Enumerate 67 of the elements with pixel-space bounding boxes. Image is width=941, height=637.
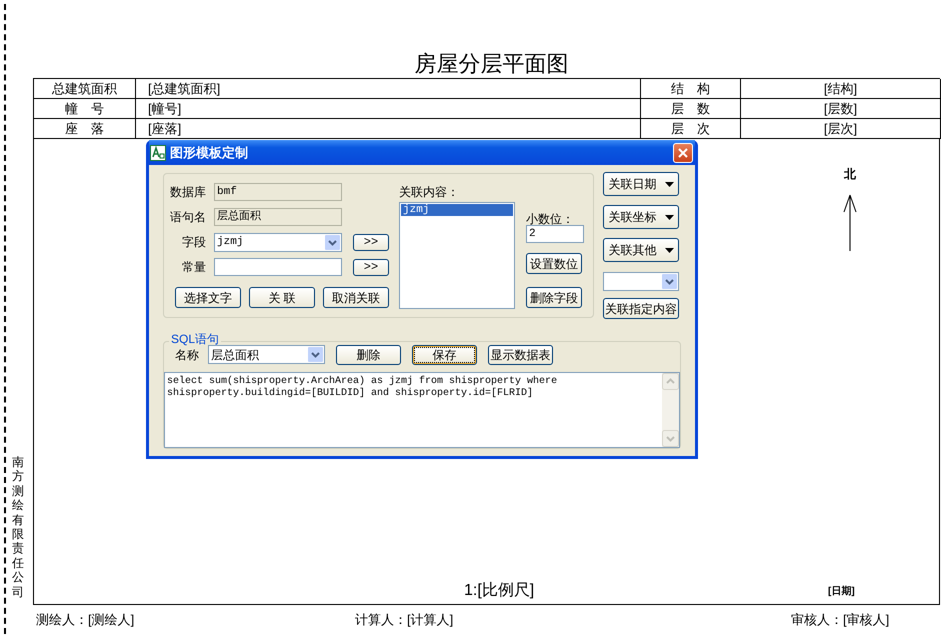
table-cell: 总建筑面积 bbox=[34, 79, 136, 99]
action-button[interactable]: 关 联 bbox=[249, 287, 315, 308]
close-icon bbox=[678, 148, 688, 158]
combo-value: jzmj bbox=[217, 234, 244, 250]
scrollbar[interactable] bbox=[662, 373, 679, 447]
field-label: 常量 bbox=[181, 259, 206, 276]
field-label: 名称 bbox=[175, 346, 200, 364]
menu-button[interactable]: 关联坐标 bbox=[603, 205, 679, 229]
caret-icon bbox=[664, 248, 674, 252]
field-combo[interactable]: jzmj bbox=[214, 232, 342, 252]
page-title: 房屋分层平面图 bbox=[414, 53, 568, 75]
chevron-up-icon bbox=[662, 373, 679, 390]
table-cell: [总建筑面积] bbox=[136, 79, 641, 99]
field-label: 语句名 bbox=[169, 209, 206, 226]
close-button[interactable] bbox=[673, 142, 693, 162]
linked-list[interactable]: jzmj bbox=[399, 202, 515, 309]
table-cell: [层数] bbox=[741, 99, 941, 119]
list-item[interactable]: jzmj bbox=[401, 204, 513, 216]
menu-button[interactable]: 关联日期 bbox=[603, 172, 679, 196]
sql-button[interactable]: 保存 bbox=[412, 344, 477, 364]
add-button[interactable]: >> bbox=[353, 234, 389, 250]
decimals-button[interactable]: 删除字段 bbox=[526, 287, 582, 308]
menu-button[interactable]: 关联其他 bbox=[603, 238, 679, 262]
table-cell: [层次] bbox=[741, 119, 941, 139]
field-label: 数据库 bbox=[169, 184, 206, 201]
table-cell: 幢 号 bbox=[34, 99, 136, 119]
chevron-down-icon bbox=[325, 234, 340, 250]
chevron-down-icon bbox=[662, 430, 679, 447]
sql-text: select sum(shisproperty.ArchArea) as jzmj from shisproperty where shisproperty.buildingid=[BUILDID] and shisproperty.id=[FLRID] bbox=[167, 376, 558, 400]
table-cell: [幢号] bbox=[136, 99, 641, 119]
text-field[interactable] bbox=[214, 258, 342, 276]
name-combo[interactable]: 层总面积 bbox=[208, 345, 325, 364]
dropdown-field[interactable] bbox=[603, 272, 679, 291]
north-label: 北 bbox=[844, 166, 856, 183]
decimals-label: 小数位： bbox=[526, 211, 575, 225]
window-title: 图形模板定制 bbox=[170, 144, 248, 162]
signature-label: 测绘人：[测绘人] bbox=[36, 612, 134, 627]
chevron-down-icon bbox=[662, 274, 677, 289]
action-button[interactable]: 选择文字 bbox=[175, 287, 241, 308]
add-button[interactable]: >> bbox=[353, 258, 389, 276]
north-arrow-icon bbox=[843, 194, 857, 252]
table-cell: [结构] bbox=[741, 79, 941, 99]
group-legend: SQL语句 bbox=[169, 333, 222, 345]
action-button[interactable]: 取消关联 bbox=[323, 287, 389, 308]
table-cell: 结 构 bbox=[641, 79, 741, 99]
table-cell: 层 数 bbox=[641, 99, 741, 119]
app-icon bbox=[150, 144, 166, 160]
sql-button[interactable]: 删除 bbox=[336, 344, 401, 364]
combo-value: 层总面积 bbox=[211, 346, 260, 364]
company-name: 南方测绘有限责任公司 bbox=[12, 455, 24, 599]
caret-icon bbox=[664, 182, 674, 186]
decimals-field[interactable]: 2 bbox=[526, 225, 584, 243]
table-cell: 层 次 bbox=[641, 119, 741, 139]
sql-text-area[interactable]: select sum(shisproperty.ArchArea) as jzmj from shisproperty where shisproperty.buildingid=[BUILDID] and shisproperty.id=[FLRID] bbox=[164, 372, 680, 448]
table-cell: [座落] bbox=[136, 119, 641, 139]
date-label: [日期] bbox=[828, 587, 855, 597]
scale-label: 1:[比例尺] bbox=[464, 583, 534, 599]
field-label: 字段 bbox=[181, 234, 206, 251]
sql-button[interactable]: 显示数据表 bbox=[488, 344, 553, 364]
list-label: 关联内容： bbox=[399, 184, 460, 201]
table-cell: 座 落 bbox=[34, 119, 136, 139]
link-content-button[interactable]: 关联指定内容 bbox=[603, 298, 679, 319]
decimals-button[interactable]: 设置数位 bbox=[526, 253, 582, 274]
chevron-down-icon bbox=[308, 347, 323, 362]
caret-icon bbox=[664, 214, 674, 220]
signature-label: 计算人：[计算人] bbox=[355, 612, 454, 627]
signature-label: 审核人：[审核人] bbox=[791, 612, 890, 627]
